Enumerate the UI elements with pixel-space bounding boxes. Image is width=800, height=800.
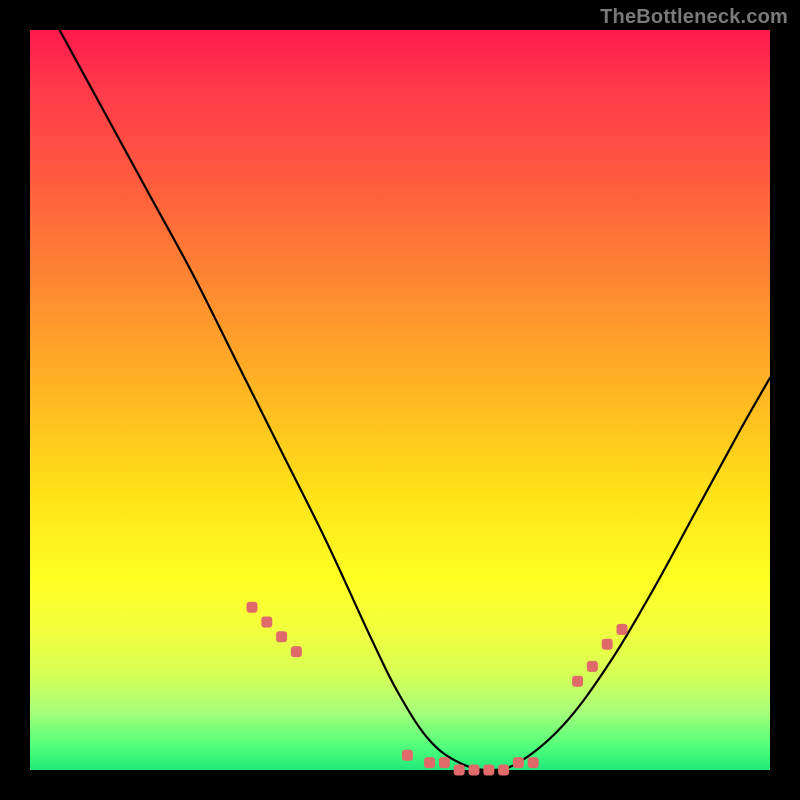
highlight-dot (572, 676, 583, 687)
highlight-dot (424, 757, 435, 768)
highlight-dot (469, 765, 480, 776)
highlight-dot (498, 765, 509, 776)
highlight-dot (528, 757, 539, 768)
highlight-dot (454, 765, 465, 776)
highlight-dot (483, 765, 494, 776)
highlight-dot (602, 639, 613, 650)
highlight-dot (276, 631, 287, 642)
highlight-dot (439, 757, 450, 768)
bottleneck-curve (60, 30, 770, 770)
highlight-dot (617, 624, 628, 635)
outer-frame: TheBottleneck.com (0, 0, 800, 800)
highlight-dot (261, 617, 272, 628)
highlight-dot (513, 757, 524, 768)
highlight-dot (402, 750, 413, 761)
highlight-dot (587, 661, 598, 672)
gradient-plot-area (30, 30, 770, 770)
curve-svg (30, 30, 770, 770)
highlight-dot (291, 646, 302, 657)
highlight-dot (247, 602, 258, 613)
watermark-text: TheBottleneck.com (600, 6, 788, 29)
